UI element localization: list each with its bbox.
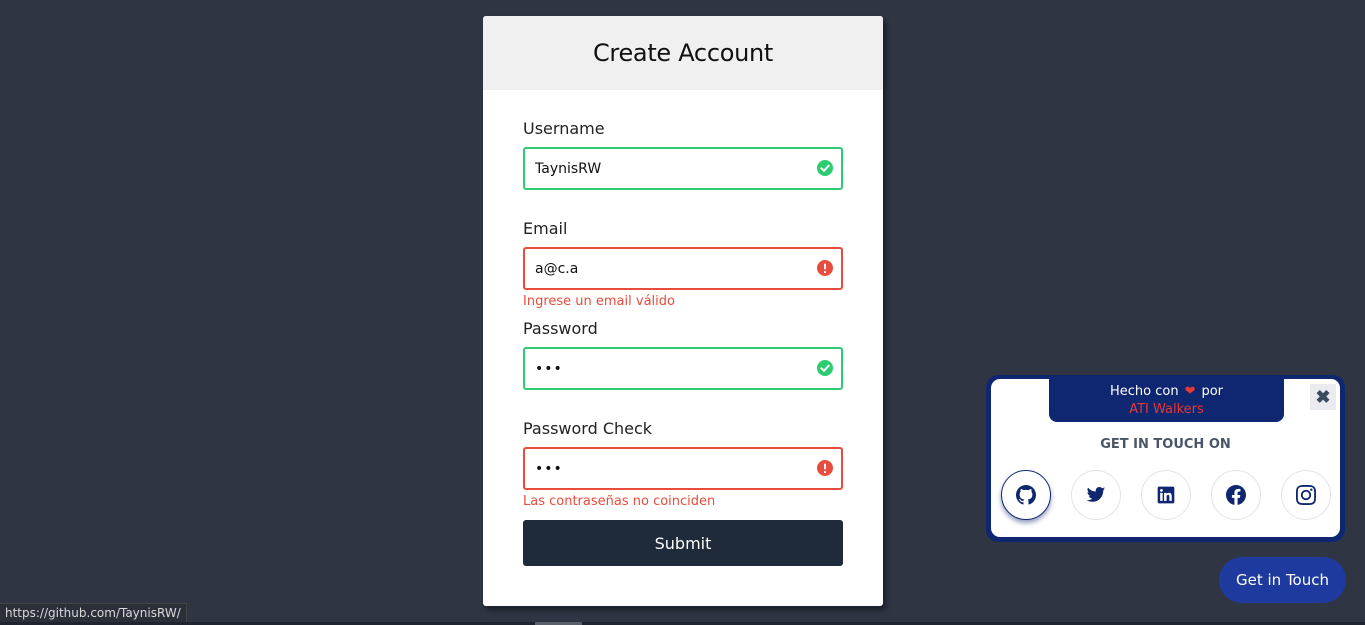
card-header: Create Account xyxy=(483,16,883,90)
credit-author-link[interactable]: ATI Walkers xyxy=(1049,401,1284,418)
page-title: Create Account xyxy=(592,39,774,67)
github-link[interactable] xyxy=(1001,470,1051,520)
credit-prefix: Hecho con xyxy=(1109,384,1179,399)
twitter-link[interactable] xyxy=(1071,470,1121,520)
heart-icon: ❤ xyxy=(1184,384,1196,399)
get-in-touch-button[interactable]: Get in Touch xyxy=(1219,557,1346,603)
create-account-card: Create Account Username Email xyxy=(483,16,883,606)
password-input[interactable] xyxy=(523,347,843,390)
check-circle-icon xyxy=(817,360,833,376)
password-check-label: Password Check xyxy=(523,419,653,438)
instagram-link[interactable] xyxy=(1281,470,1331,520)
password-check-input[interactable] xyxy=(523,447,843,490)
facebook-icon xyxy=(1226,485,1246,505)
linkedin-icon xyxy=(1157,486,1175,504)
twitter-icon xyxy=(1086,487,1106,502)
create-account-form: Username Email Ingrese un email válido xyxy=(483,90,883,566)
password-label: Password xyxy=(523,319,598,338)
error-circle-icon xyxy=(817,460,833,476)
github-icon xyxy=(1016,485,1036,505)
password-check-error-message: Las contraseñas no coinciden xyxy=(523,494,716,509)
password-field: Password xyxy=(523,320,843,420)
password-check-field: Password Check Las contraseñas no coinci… xyxy=(523,420,843,520)
widget-panel: Hecho con ❤ por ATI Walkers ✖ GET IN TOUCH… xyxy=(991,379,1340,537)
email-field: Email Ingrese un email válido xyxy=(523,220,843,320)
get-in-touch-heading: GET IN TOUCH ON xyxy=(1100,437,1231,452)
username-label: Username xyxy=(523,119,605,138)
username-field: Username xyxy=(523,120,843,220)
social-links xyxy=(1001,470,1331,520)
close-widget-button[interactable]: ✖ xyxy=(1310,384,1336,410)
facebook-link[interactable] xyxy=(1211,470,1261,520)
instagram-icon xyxy=(1296,485,1316,505)
submit-button[interactable]: Submit xyxy=(523,520,843,566)
email-error-message: Ingrese un email válido xyxy=(523,294,675,309)
email-input[interactable] xyxy=(523,247,843,290)
credit-suffix: por xyxy=(1201,384,1224,399)
status-bar-url: https://github.com/TaynisRW/ xyxy=(0,603,187,622)
username-input[interactable] xyxy=(523,147,843,190)
error-circle-icon xyxy=(817,260,833,276)
linkedin-link[interactable] xyxy=(1141,470,1191,520)
credit-banner: Hecho con ❤ por ATI Walkers xyxy=(1049,379,1284,422)
email-label: Email xyxy=(523,219,568,238)
check-circle-icon xyxy=(817,160,833,176)
get-in-touch-widget: Hecho con ❤ por ATI Walkers ✖ GET IN TOUCH… xyxy=(986,375,1345,542)
